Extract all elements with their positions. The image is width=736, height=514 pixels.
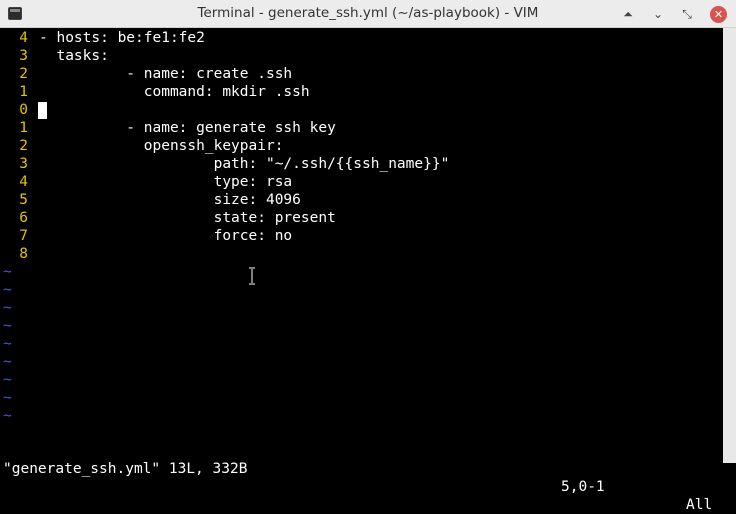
code-line: 3 path: "~/.ssh/{{ssh_name}}" (0, 155, 723, 173)
line-number: 4 (19, 30, 28, 46)
code-line: 6 state: present (0, 209, 723, 227)
line-number: 3 (19, 156, 28, 172)
empty-line-marker: ~ (0, 371, 723, 389)
line-number: 8 (19, 246, 28, 262)
tilde-marker: ~ (3, 282, 12, 298)
tilde-marker: ~ (3, 408, 12, 424)
code-line: 1 - name: generate ssh key (0, 119, 723, 137)
code-text: openssh_keypair: (39, 138, 284, 154)
empty-line-marker: ~ (0, 389, 723, 407)
code-text: - name: generate ssh key (39, 120, 336, 136)
code-text: path: "~/.ssh/{{ssh_name}}" (39, 156, 450, 172)
tilde-marker: ~ (3, 390, 12, 406)
shade-up-button[interactable]: ⏶ (620, 6, 636, 22)
code-text: state: present (39, 210, 336, 226)
code-line: 5 size: 4096 (0, 191, 723, 209)
tilde-marker: ~ (3, 372, 12, 388)
line-number: 2 (19, 138, 28, 154)
empty-line-marker: ~ (0, 281, 723, 299)
code-line: 0 (0, 101, 723, 119)
code-text: size: 4096 (39, 192, 301, 208)
code-line: 3 tasks: (0, 47, 723, 65)
tilde-marker: ~ (3, 300, 12, 316)
line-number: 7 (19, 228, 28, 244)
empty-line-marker: ~ (0, 353, 723, 371)
code-line: 8 (0, 245, 723, 263)
code-line: 2 openssh_keypair: (0, 137, 723, 155)
tilde-marker: ~ (3, 318, 12, 334)
window-titlebar[interactable]: Terminal - generate_ssh.yml (~/as-playbo… (0, 0, 736, 28)
vim-block-cursor (38, 102, 47, 119)
code-text: - hosts: be:fe1:fe2 (39, 30, 205, 46)
code-text: force: no (39, 228, 293, 244)
empty-line-marker: ~ (0, 263, 723, 281)
code-line: 1 command: mkdir .ssh (0, 83, 723, 101)
tilde-marker: ~ (3, 264, 12, 280)
status-scroll-indicator: All (686, 497, 713, 513)
code-text: - name: create .ssh (39, 66, 293, 82)
close-button[interactable]: ✕ (710, 6, 727, 23)
tilde-marker: ~ (3, 354, 12, 370)
minimize-button[interactable]: ⌄ (650, 6, 666, 22)
tilde-marker: ~ (3, 336, 12, 352)
empty-line-marker: ~ (0, 407, 723, 425)
code-text: tasks: (39, 48, 109, 64)
line-number: 0 (19, 102, 28, 118)
line-number: 2 (19, 66, 28, 82)
line-number: 1 (19, 84, 28, 100)
line-number: 5 (19, 192, 28, 208)
code-line: 4 - hosts: be:fe1:fe2 (0, 29, 723, 47)
empty-line-marker: ~ (0, 335, 723, 353)
line-number: 1 (19, 120, 28, 136)
text-cursor-ibeam-icon (249, 267, 255, 285)
line-number: 6 (19, 210, 28, 226)
empty-line-marker: ~ (0, 299, 723, 317)
vim-status-line: "generate_ssh.yml" 13L, 332B 5,0-1 All (0, 442, 723, 513)
terminal-scrollbar[interactable] (723, 28, 736, 463)
code-line: 7 force: no (0, 227, 723, 245)
line-number: 3 (19, 48, 28, 64)
status-cursor-position: 5,0-1 (561, 479, 605, 495)
empty-line-marker: ~ (0, 317, 723, 335)
code-line: 2 - name: create .ssh (0, 65, 723, 83)
maximize-button[interactable]: ⤡ (679, 6, 695, 22)
line-number: 4 (19, 174, 28, 190)
code-line: 4 type: rsa (0, 173, 723, 191)
code-text: command: mkdir .ssh (39, 84, 310, 100)
code-text: type: rsa (39, 174, 293, 190)
